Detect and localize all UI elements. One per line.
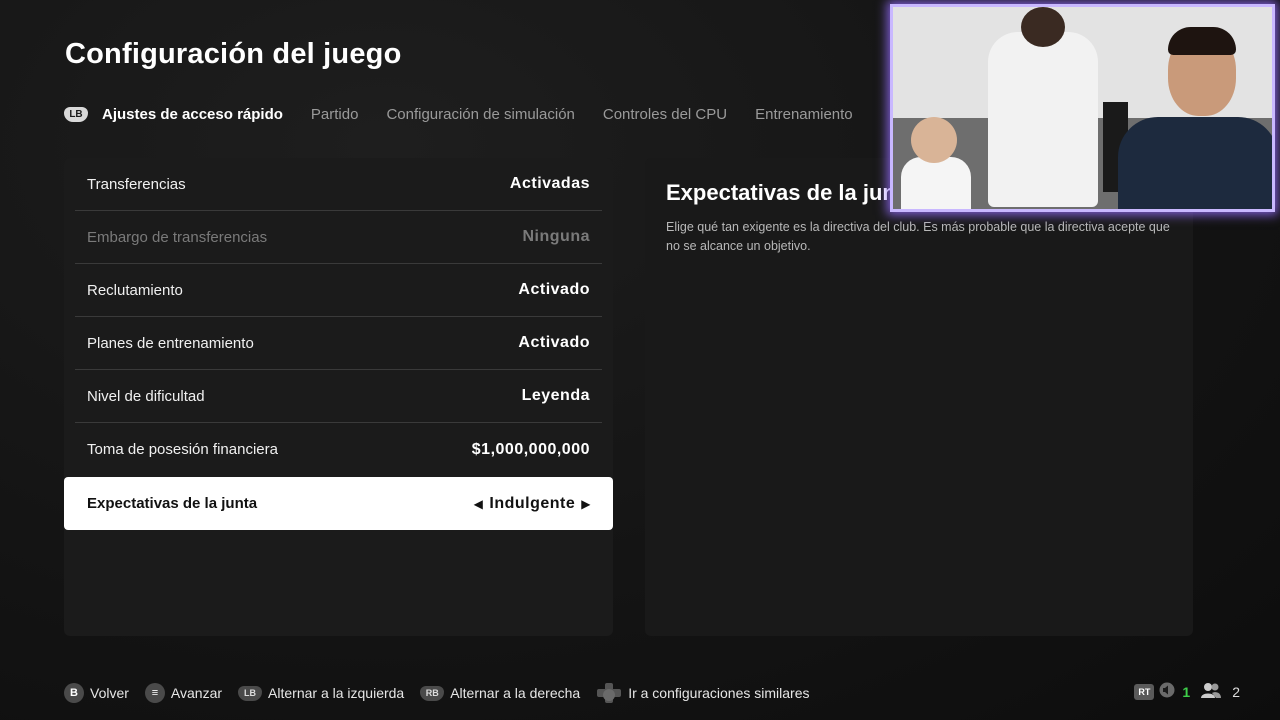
players-icon: [1200, 682, 1222, 701]
tab-partido[interactable]: Partido: [311, 106, 359, 123]
detail-title: Expectativas de la junta: [666, 180, 916, 205]
setting-row-reclutamiento[interactable]: Reclutamiento Activado: [75, 264, 602, 317]
webcam-child-body: [901, 157, 971, 209]
menu-button-icon: ≡: [144, 683, 165, 703]
setting-value: Leyenda: [521, 387, 590, 404]
setting-row-nivel-dificultad[interactable]: Nivel de dificultad Leyenda: [75, 370, 602, 423]
setting-row-toma-posesion[interactable]: Toma de posesión financiera $1,000,000,0…: [75, 423, 602, 476]
setting-row-planes-entrenamiento[interactable]: Planes de entrenamiento Activado: [75, 317, 602, 370]
tab-entrenamiento[interactable]: Entrenamiento: [755, 106, 853, 123]
detail-description: Elige qué tan exigente es la directiva d…: [666, 220, 1170, 253]
webcam-overlay: [890, 4, 1275, 212]
advance-label: Avanzar: [170, 685, 223, 701]
setting-label: Toma de posesión financiera: [87, 441, 278, 458]
setting-value: Ninguna: [522, 228, 590, 245]
setting-label: Expectativas de la junta: [87, 495, 258, 512]
tab-configuracion-simulacion[interactable]: Configuración de simulación: [386, 106, 574, 123]
setting-label: Planes de entrenamiento: [87, 334, 254, 352]
setting-value: Activado: [518, 281, 590, 298]
speaker-icon: [1158, 682, 1176, 701]
toggle-left-hint[interactable]: LB Alternar a la izquierda: [238, 685, 404, 701]
setting-label: Reclutamiento: [87, 281, 183, 299]
similar-settings-label: Ir a configuraciones similares: [628, 685, 810, 701]
setting-value: $1,000,000,000: [471, 440, 590, 458]
setting-label: Transferencias: [87, 175, 186, 193]
advance-hint[interactable]: ≡ Avanzar: [144, 683, 223, 703]
tab-bar: LB Ajustes de acceso rápido Partido Conf…: [64, 106, 881, 123]
tab-ajustes-acceso-rapido[interactable]: Ajustes de acceso rápido: [102, 106, 283, 123]
page-title: Configuración del juego: [65, 38, 402, 70]
arrow-left-icon[interactable]: ◀: [474, 497, 484, 511]
webcam-streamer-hair: [1168, 27, 1236, 55]
toggle-right-hint[interactable]: RB Alternar a la derecha: [420, 685, 580, 701]
setting-label: Nivel de dificultad: [87, 387, 205, 405]
right-stick-icon: [596, 682, 622, 704]
setting-label: Embargo de transferencias: [87, 228, 268, 246]
players-count: 2: [1232, 683, 1240, 700]
back-hint[interactable]: B Volver: [64, 683, 129, 703]
setting-value: Indulgente: [489, 494, 576, 512]
b-button-icon: B: [64, 683, 84, 703]
setting-value: Activado: [518, 334, 590, 351]
status-bar: RT 1 2: [1134, 682, 1240, 701]
webcam-child-head: [911, 117, 957, 163]
lb-button-icon[interactable]: LB: [64, 107, 88, 122]
rb-button-icon: RB: [420, 685, 445, 701]
active-count: 1: [1182, 683, 1191, 700]
detail-panel: Expectativas de la junta Elige qué tan e…: [645, 158, 1193, 636]
toggle-right-label: Alternar a la derecha: [450, 685, 581, 701]
webcam-streamer-body: [1118, 117, 1272, 209]
lb-button-icon: LB: [238, 685, 263, 701]
setting-value-selector[interactable]: ◀ Indulgente ▶: [474, 495, 591, 513]
toggle-left-label: Alternar a la izquierda: [268, 685, 405, 701]
arrow-right-icon[interactable]: ▶: [581, 497, 591, 511]
setting-value: Activadas: [509, 175, 590, 192]
tab-controles-cpu[interactable]: Controles del CPU: [603, 106, 727, 123]
back-label: Volver: [90, 685, 129, 701]
similar-settings-hint[interactable]: Ir a configuraciones similares: [596, 682, 809, 704]
settings-panel: Transferencias Activadas Embargo de tran…: [64, 158, 613, 636]
webcam-person-standing: [988, 32, 1098, 207]
rt-button-icon: RT: [1134, 683, 1155, 700]
setting-row-expectativas-junta[interactable]: Expectativas de la junta ◀ Indulgente ▶: [64, 477, 613, 530]
webcam-person-standing-head: [1021, 7, 1065, 47]
button-hints: B Volver ≡ Avanzar LB Alternar a la izqu…: [64, 682, 825, 704]
setting-row-embargo: Embargo de transferencias Ninguna: [75, 211, 602, 264]
setting-row-transferencias[interactable]: Transferencias Activadas: [75, 158, 602, 211]
